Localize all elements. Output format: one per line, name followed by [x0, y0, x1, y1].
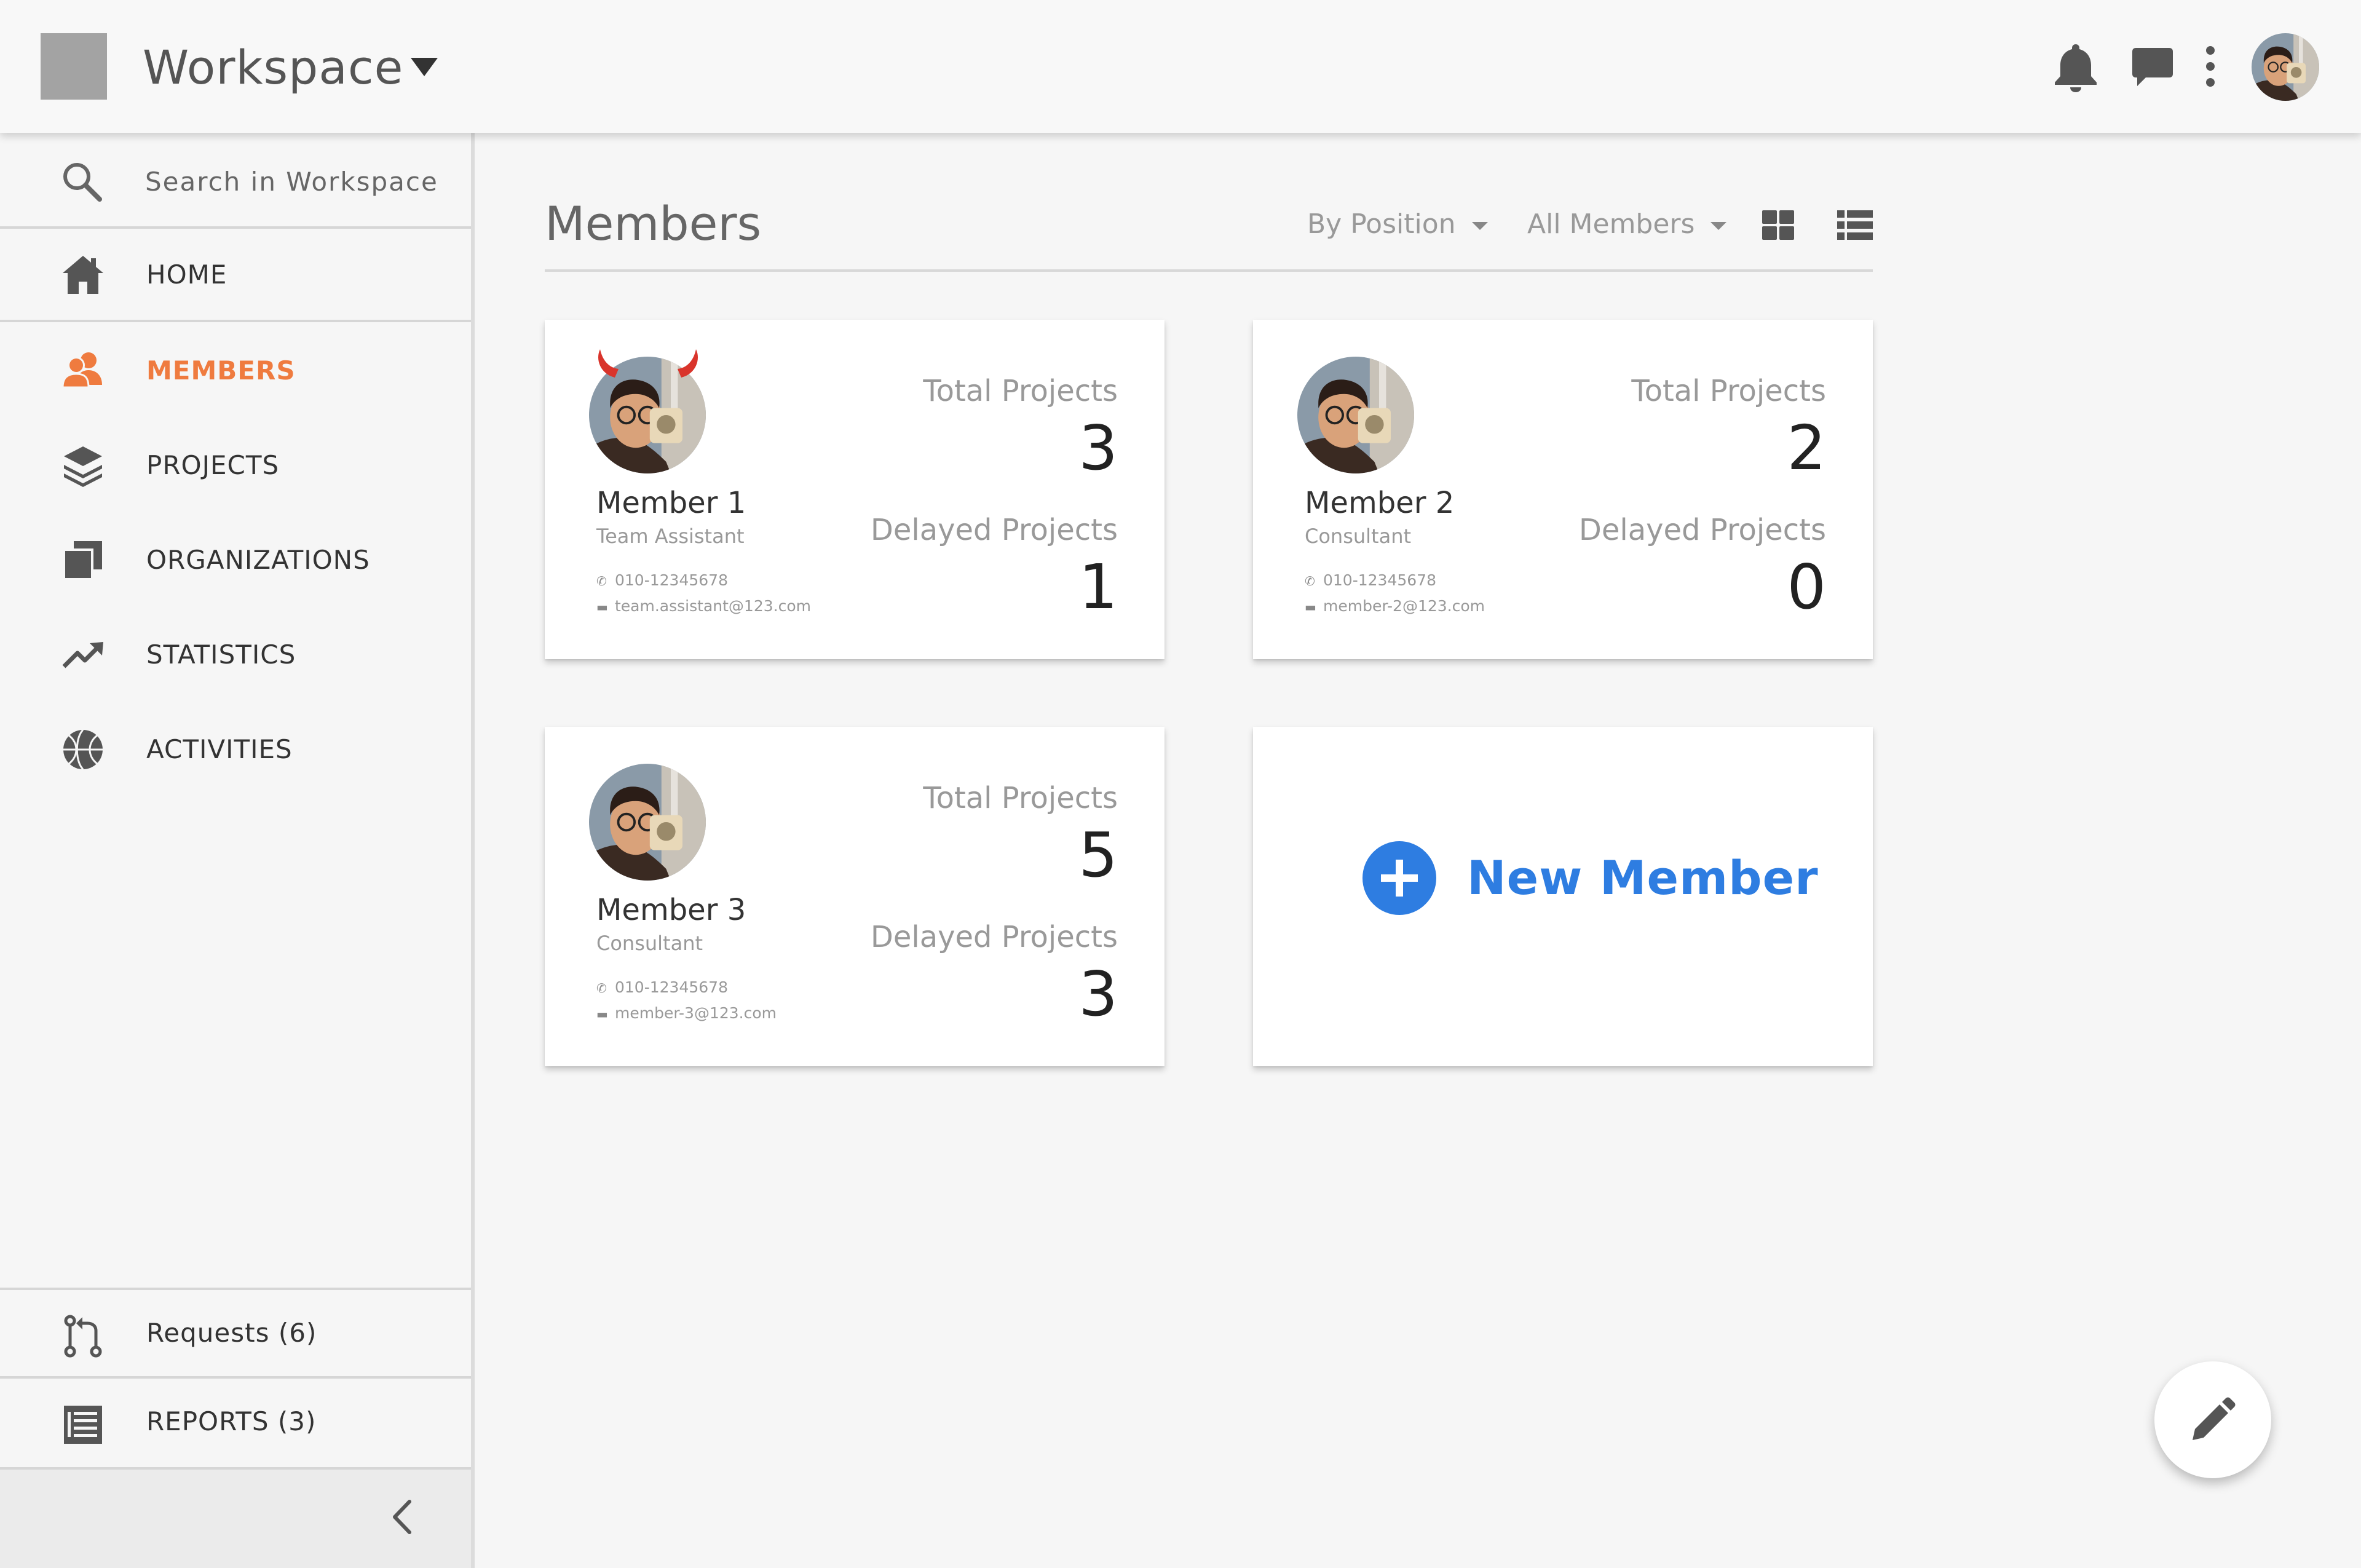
- sidebar: HOME MEMBERS PROJECTS ORGANIZATIONS: [0, 133, 475, 1568]
- bell-icon[interactable]: [2051, 41, 2100, 93]
- delayed-projects-label: Delayed Projects: [870, 513, 1118, 547]
- devil-horns-icon: [598, 349, 698, 378]
- members-filter-label: All Members: [1527, 208, 1695, 240]
- mail-icon: ▬: [596, 1007, 608, 1021]
- user-avatar[interactable]: [2252, 33, 2319, 101]
- grid-view-icon[interactable]: [1762, 210, 1794, 240]
- search-input[interactable]: [145, 160, 446, 203]
- member-position: Consultant: [596, 932, 703, 955]
- member-avatar: [589, 764, 706, 881]
- mail-icon: ▬: [596, 600, 608, 614]
- member-email: ▬ member-2@123.com: [1305, 595, 1485, 618]
- member-card[interactable]: Member 3 Consultant ✆ 010-12345678 ▬ membe…: [545, 727, 1165, 1066]
- member-card[interactable]: Member 2 Consultant ✆ 010-12345678 ▬ membe…: [1253, 320, 1873, 659]
- member-card[interactable]: Member 1 Team Assistant ✆ 010-12345678 ▬ t…: [545, 320, 1165, 659]
- list-view-icon[interactable]: [1837, 210, 1873, 240]
- more-vert-icon[interactable]: [2201, 44, 2220, 89]
- total-projects-count: 3: [1078, 412, 1118, 484]
- sidebar-item-label: MEMBERS: [146, 355, 296, 386]
- member-name: Member 3: [596, 893, 746, 927]
- trending-up-icon: [62, 642, 103, 668]
- member-name: Member 2: [1305, 486, 1455, 520]
- sidebar-item-label: HOME: [146, 259, 227, 290]
- members-icon: [61, 352, 102, 389]
- member-name: Member 1: [596, 486, 746, 520]
- total-projects-label: Total Projects: [923, 374, 1118, 408]
- phone-icon: ✆: [596, 981, 607, 996]
- mail-icon: ▬: [1305, 600, 1316, 614]
- delayed-projects-count: 3: [1078, 958, 1118, 1030]
- sidebar-item-label: STATISTICS: [146, 639, 296, 670]
- top-bar: Workspace: [0, 0, 2361, 133]
- list-icon: [64, 1406, 102, 1444]
- delayed-projects-label: Delayed Projects: [870, 920, 1118, 954]
- delayed-projects-count: 1: [1078, 551, 1118, 623]
- member-phone: ✆ 010-12345678: [1305, 569, 1436, 592]
- sidebar-item-home[interactable]: HOME: [0, 229, 471, 322]
- edit-fab-button[interactable]: [2154, 1361, 2271, 1478]
- sidebar-item-requests[interactable]: Requests (6): [0, 1288, 471, 1379]
- home-icon: [63, 256, 103, 294]
- sidebar-item-label: REPORTS (3): [146, 1406, 317, 1436]
- pull-request-icon: [64, 1315, 102, 1358]
- total-projects-label: Total Projects: [923, 781, 1118, 815]
- page-title: Members: [545, 196, 762, 251]
- total-projects-count: 5: [1078, 819, 1118, 891]
- total-projects-label: Total Projects: [1631, 374, 1826, 408]
- sidebar-item-members[interactable]: MEMBERS: [0, 325, 471, 417]
- chevron-left-icon[interactable]: [384, 1495, 421, 1538]
- position-filter-dropdown[interactable]: By Position: [1307, 203, 1488, 246]
- sidebar-item-label: ACTIVITIES: [146, 734, 293, 764]
- delayed-projects-label: Delayed Projects: [1578, 513, 1826, 547]
- member-avatar: [1297, 357, 1414, 473]
- organizations-icon: [63, 541, 102, 580]
- title-divider: [545, 269, 1873, 272]
- member-position: Team Assistant: [596, 525, 745, 548]
- member-email: ▬ member-3@123.com: [596, 1002, 777, 1025]
- chat-icon[interactable]: [2131, 46, 2174, 90]
- workspace-title[interactable]: Workspace: [143, 34, 403, 101]
- workspace-dropdown-icon[interactable]: [411, 58, 438, 76]
- members-filter-dropdown[interactable]: All Members: [1527, 203, 1727, 246]
- layers-icon: [64, 446, 102, 487]
- member-position: Consultant: [1305, 525, 1412, 548]
- chevron-down-icon: [1471, 221, 1488, 230]
- member-email: ▬ team.assistant@123.com: [596, 595, 811, 618]
- pencil-icon: [2193, 1397, 2236, 1440]
- member-phone: ✆ 010-12345678: [596, 569, 728, 592]
- sidebar-item-statistics[interactable]: STATISTICS: [0, 609, 471, 701]
- sidebar-item-label: Requests (6): [146, 1318, 317, 1348]
- sidebar-collapse-bar[interactable]: [0, 1470, 471, 1568]
- sidebar-item-organizations[interactable]: ORGANIZATIONS: [0, 514, 471, 606]
- member-phone: ✆ 010-12345678: [596, 976, 728, 999]
- workspace-logo[interactable]: [41, 33, 107, 100]
- phone-icon: ✆: [596, 574, 607, 588]
- sidebar-item-label: PROJECTS: [146, 450, 280, 480]
- search-icon: [63, 163, 102, 202]
- phone-icon: ✆: [1305, 574, 1315, 588]
- position-filter-label: By Position: [1307, 208, 1456, 240]
- sidebar-item-reports[interactable]: REPORTS (3): [0, 1379, 471, 1470]
- sidebar-item-label: ORGANIZATIONS: [146, 545, 370, 575]
- total-projects-count: 2: [1787, 412, 1826, 484]
- sidebar-search: [0, 133, 471, 229]
- delayed-projects-count: 0: [1787, 551, 1826, 623]
- sidebar-item-activities[interactable]: ACTIVITIES: [0, 703, 471, 796]
- new-member-label[interactable]: New Member: [1467, 850, 1819, 906]
- chevron-down-icon: [1710, 221, 1727, 230]
- basketball-icon: [63, 729, 103, 770]
- add-circle-icon[interactable]: [1362, 841, 1436, 915]
- sidebar-item-projects[interactable]: PROJECTS: [0, 419, 471, 512]
- new-member-card[interactable]: New Member: [1253, 727, 1873, 1066]
